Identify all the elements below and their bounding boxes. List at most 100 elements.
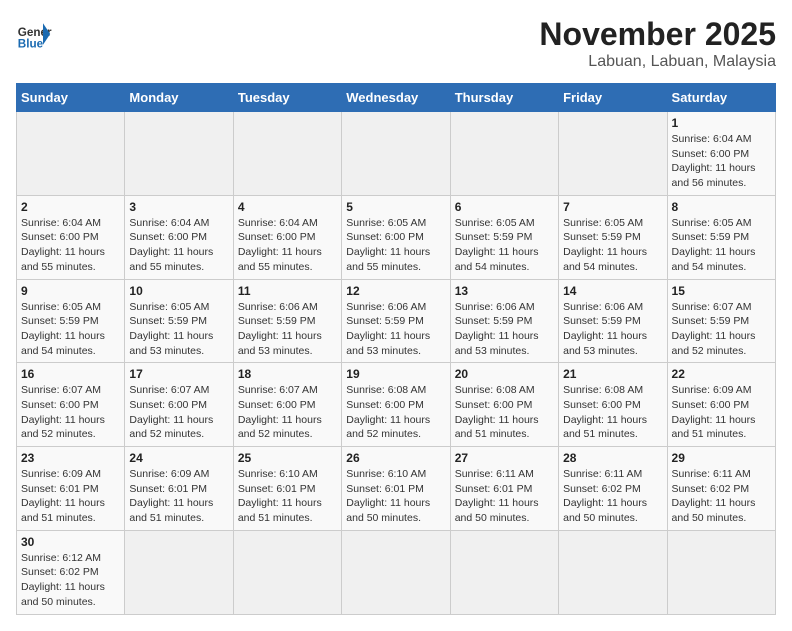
calendar-cell: 28Sunrise: 6:11 AM Sunset: 6:02 PM Dayli… (559, 447, 667, 531)
calendar-cell: 30 Sunrise: 6:12 AM Sunset: 6:02 PM Dayli… (17, 530, 125, 614)
day-info: Sunrise: 6:10 AM Sunset: 6:01 PM Dayligh… (238, 467, 337, 526)
day-number: 30 (21, 535, 120, 549)
day-info: Sunrise: 6:04 AM Sunset: 6:00 PM Dayligh… (129, 216, 228, 275)
day-info: Sunrise: 6:07 AM Sunset: 6:00 PM Dayligh… (21, 383, 120, 442)
calendar-cell: 17 Sunrise: 6:07 AM Sunset: 6:00 PM Dayli… (125, 363, 233, 447)
calendar-cell: 8 Sunrise: 6:05 AM Sunset: 5:59 PM Daylig… (667, 195, 775, 279)
day-info: Sunrise: 6:07 AM Sunset: 5:59 PM Dayligh… (672, 300, 771, 359)
calendar-cell: 2Sunrise: 6:04 AM Sunset: 6:00 PM Daylig… (17, 195, 125, 279)
day-number: 29 (672, 451, 771, 465)
calendar-cell (559, 112, 667, 196)
day-number: 1 (672, 116, 771, 130)
day-number: 20 (455, 367, 554, 381)
day-info: Sunrise: 6:05 AM Sunset: 5:59 PM Dayligh… (672, 216, 771, 275)
day-number: 18 (238, 367, 337, 381)
location-title: Labuan, Labuan, Malaysia (539, 53, 776, 71)
day-number: 12 (346, 284, 445, 298)
day-number: 15 (672, 284, 771, 298)
calendar-cell (450, 530, 558, 614)
day-of-week-monday: Monday (125, 84, 233, 112)
calendar-cell (17, 112, 125, 196)
day-number: 28 (563, 451, 662, 465)
calendar-cell: 6Sunrise: 6:05 AM Sunset: 5:59 PM Daylig… (450, 195, 558, 279)
day-of-week-wednesday: Wednesday (342, 84, 450, 112)
day-number: 23 (21, 451, 120, 465)
logo-icon: General Blue (16, 16, 52, 52)
calendar-cell (559, 530, 667, 614)
month-title: November 2025 (539, 16, 776, 53)
day-info: Sunrise: 6:05 AM Sunset: 5:59 PM Dayligh… (129, 300, 228, 359)
calendar-cell: 1 Sunrise: 6:04 AM Sunset: 6:00 PM Daylig… (667, 112, 775, 196)
calendar-cell: 29 Sunrise: 6:11 AM Sunset: 6:02 PM Dayli… (667, 447, 775, 531)
calendar-cell: 25 Sunrise: 6:10 AM Sunset: 6:01 PM Dayli… (233, 447, 341, 531)
day-number: 19 (346, 367, 445, 381)
day-number: 6 (455, 200, 554, 214)
calendar-cell: 11Sunrise: 6:06 AM Sunset: 5:59 PM Dayli… (233, 279, 341, 363)
day-info: Sunrise: 6:10 AM Sunset: 6:01 PM Dayligh… (346, 467, 445, 526)
calendar-week-row: 16Sunrise: 6:07 AM Sunset: 6:00 PM Dayli… (17, 363, 776, 447)
day-number: 26 (346, 451, 445, 465)
day-number: 4 (238, 200, 337, 214)
page-header: General Blue November 2025 Labuan, Labua… (16, 16, 776, 71)
calendar-header-row: SundayMondayTuesdayWednesdayThursdayFrid… (17, 84, 776, 112)
svg-text:Blue: Blue (18, 38, 44, 51)
calendar-cell (233, 112, 341, 196)
calendar-cell: 4 Sunrise: 6:04 AM Sunset: 6:00 PM Daylig… (233, 195, 341, 279)
calendar-week-row: 1 Sunrise: 6:04 AM Sunset: 6:00 PM Daylig… (17, 112, 776, 196)
day-info: Sunrise: 6:08 AM Sunset: 6:00 PM Dayligh… (455, 383, 554, 442)
day-info: Sunrise: 6:04 AM Sunset: 6:00 PM Dayligh… (21, 216, 120, 275)
calendar-cell: 13 Sunrise: 6:06 AM Sunset: 5:59 PM Dayli… (450, 279, 558, 363)
calendar-cell (125, 112, 233, 196)
day-number: 8 (672, 200, 771, 214)
day-info: Sunrise: 6:09 AM Sunset: 6:01 PM Dayligh… (21, 467, 120, 526)
day-info: Sunrise: 6:08 AM Sunset: 6:00 PM Dayligh… (346, 383, 445, 442)
day-number: 7 (563, 200, 662, 214)
calendar-week-row: 30 Sunrise: 6:12 AM Sunset: 6:02 PM Dayli… (17, 530, 776, 614)
day-info: Sunrise: 6:11 AM Sunset: 6:01 PM Dayligh… (455, 467, 554, 526)
logo: General Blue (16, 16, 52, 52)
calendar-cell: 3 Sunrise: 6:04 AM Sunset: 6:00 PM Daylig… (125, 195, 233, 279)
day-of-week-friday: Friday (559, 84, 667, 112)
calendar-cell (667, 530, 775, 614)
calendar-cell: 27 Sunrise: 6:11 AM Sunset: 6:01 PM Dayli… (450, 447, 558, 531)
day-number: 3 (129, 200, 228, 214)
calendar-week-row: 9 Sunrise: 6:05 AM Sunset: 5:59 PM Daylig… (17, 279, 776, 363)
calendar-cell (342, 530, 450, 614)
day-info: Sunrise: 6:11 AM Sunset: 6:02 PM Dayligh… (672, 467, 771, 526)
calendar-cell (342, 112, 450, 196)
day-number: 11 (238, 284, 337, 298)
calendar-cell: 15 Sunrise: 6:07 AM Sunset: 5:59 PM Dayli… (667, 279, 775, 363)
calendar-cell: 26 Sunrise: 6:10 AM Sunset: 6:01 PM Dayli… (342, 447, 450, 531)
day-info: Sunrise: 6:12 AM Sunset: 6:02 PM Dayligh… (21, 551, 120, 610)
day-info: Sunrise: 6:09 AM Sunset: 6:00 PM Dayligh… (672, 383, 771, 442)
calendar-cell: 22 Sunrise: 6:09 AM Sunset: 6:00 PM Dayli… (667, 363, 775, 447)
day-number: 5 (346, 200, 445, 214)
calendar-cell: 12 Sunrise: 6:06 AM Sunset: 5:59 PM Dayli… (342, 279, 450, 363)
calendar-cell: 9 Sunrise: 6:05 AM Sunset: 5:59 PM Daylig… (17, 279, 125, 363)
day-number: 25 (238, 451, 337, 465)
day-number: 22 (672, 367, 771, 381)
calendar-cell: 20 Sunrise: 6:08 AM Sunset: 6:00 PM Dayli… (450, 363, 558, 447)
day-info: Sunrise: 6:05 AM Sunset: 6:00 PM Dayligh… (346, 216, 445, 275)
day-info: Sunrise: 6:05 AM Sunset: 5:59 PM Dayligh… (21, 300, 120, 359)
day-info: Sunrise: 6:08 AM Sunset: 6:00 PM Dayligh… (563, 383, 662, 442)
day-info: Sunrise: 6:07 AM Sunset: 6:00 PM Dayligh… (129, 383, 228, 442)
day-number: 17 (129, 367, 228, 381)
day-number: 24 (129, 451, 228, 465)
day-info: Sunrise: 6:06 AM Sunset: 5:59 PM Dayligh… (346, 300, 445, 359)
day-number: 27 (455, 451, 554, 465)
calendar-table: SundayMondayTuesdayWednesdayThursdayFrid… (16, 83, 776, 615)
day-info: Sunrise: 6:06 AM Sunset: 5:59 PM Dayligh… (455, 300, 554, 359)
day-number: 13 (455, 284, 554, 298)
calendar-cell: 23 Sunrise: 6:09 AM Sunset: 6:01 PM Dayli… (17, 447, 125, 531)
calendar-week-row: 23 Sunrise: 6:09 AM Sunset: 6:01 PM Dayli… (17, 447, 776, 531)
day-info: Sunrise: 6:04 AM Sunset: 6:00 PM Dayligh… (672, 132, 771, 191)
title-area: November 2025 Labuan, Labuan, Malaysia (539, 16, 776, 71)
day-number: 9 (21, 284, 120, 298)
calendar-week-row: 2Sunrise: 6:04 AM Sunset: 6:00 PM Daylig… (17, 195, 776, 279)
day-number: 14 (563, 284, 662, 298)
calendar-cell: 14Sunrise: 6:06 AM Sunset: 5:59 PM Dayli… (559, 279, 667, 363)
calendar-cell (125, 530, 233, 614)
day-info: Sunrise: 6:04 AM Sunset: 6:00 PM Dayligh… (238, 216, 337, 275)
calendar-cell (450, 112, 558, 196)
